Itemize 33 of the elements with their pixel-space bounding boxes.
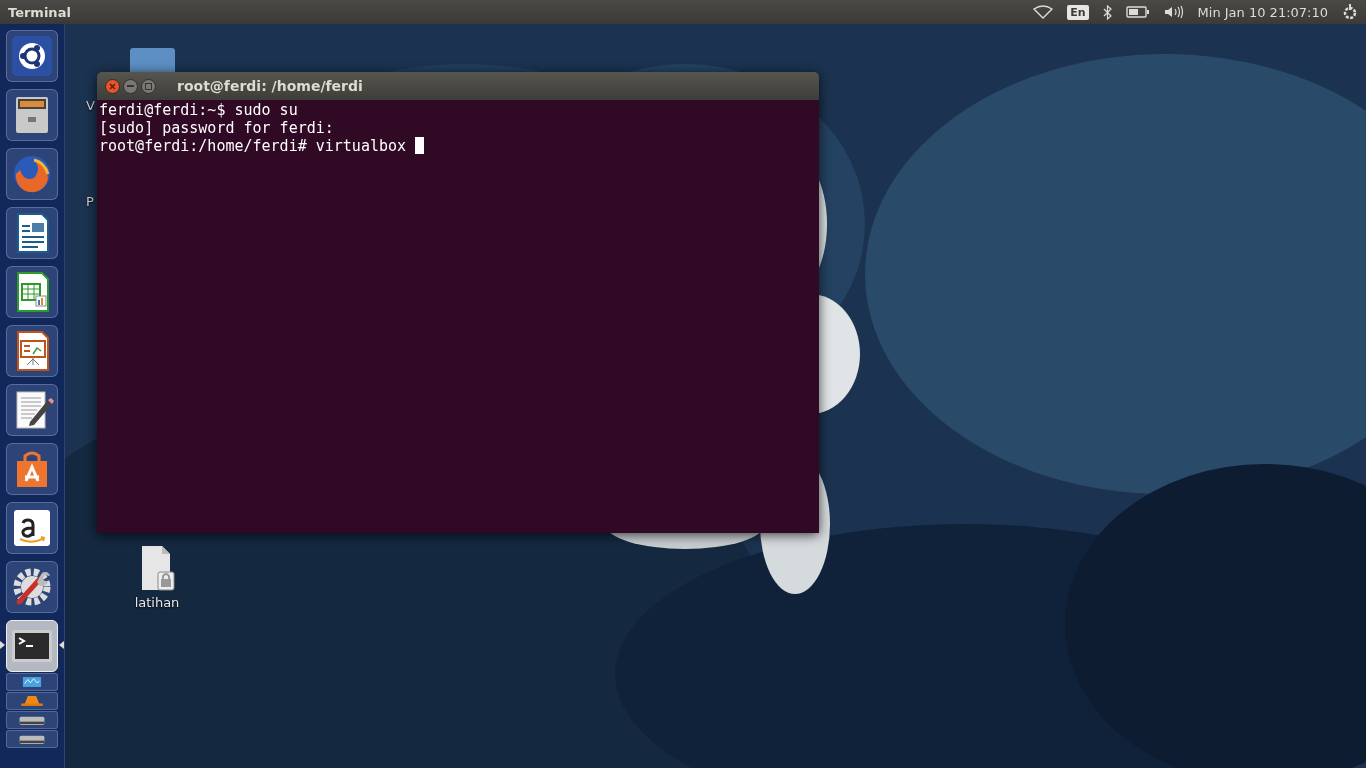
launcher-button[interactable]: [6, 561, 58, 613]
running-indicator-icon: [0, 641, 5, 649]
launcher-button[interactable]: [6, 443, 58, 495]
terminal-line: root@ferdi:/home/ferdi# virtualbox: [99, 137, 408, 155]
close-icon: [109, 82, 116, 90]
maximize-icon: [145, 82, 152, 90]
minimize-button[interactable]: [123, 78, 138, 94]
desktop-icon-label: V: [86, 98, 95, 113]
app-title: Terminal: [8, 4, 72, 20]
ubuntu-logo-icon: [10, 34, 54, 78]
launcher-button[interactable]: [6, 325, 58, 377]
keyboard-indicator[interactable]: En: [1067, 4, 1089, 20]
window-title: root@ferdi: /home/ferdi: [177, 78, 363, 94]
wifi-icon[interactable]: [1033, 5, 1054, 19]
launcher-button[interactable]: [6, 89, 58, 141]
terminal-area[interactable]: ferdi@ferdi:~$ sudo su [sudo] password for ferdi: root@ferdi:/home/ferdi# virtualbox: [97, 100, 819, 533]
launcher-button[interactable]: [6, 207, 58, 259]
close-button[interactable]: [105, 78, 120, 94]
launcher-button[interactable]: [6, 502, 58, 554]
desktop-icon-label: P: [86, 194, 94, 209]
launcher-button[interactable]: [6, 30, 58, 82]
launcher-button[interactable]: [6, 384, 58, 436]
battery-icon[interactable]: [1125, 6, 1150, 18]
terminal-line: [sudo] password for ferdi:: [99, 119, 334, 137]
volume-icon[interactable]: [1163, 5, 1184, 19]
clock[interactable]: Min Jan 10 21:07:10: [1197, 4, 1328, 20]
maximize-button[interactable]: [141, 78, 156, 94]
settings-icon[interactable]: [1342, 4, 1358, 20]
terminal-line: ferdi@ferdi:~$ sudo su: [99, 101, 298, 119]
bluetooth-icon[interactable]: [1102, 4, 1112, 20]
launcher-button[interactable]: [6, 266, 58, 318]
desktop-icon-label[interactable]: latihan: [134, 595, 180, 610]
minimize-icon: [127, 85, 134, 87]
